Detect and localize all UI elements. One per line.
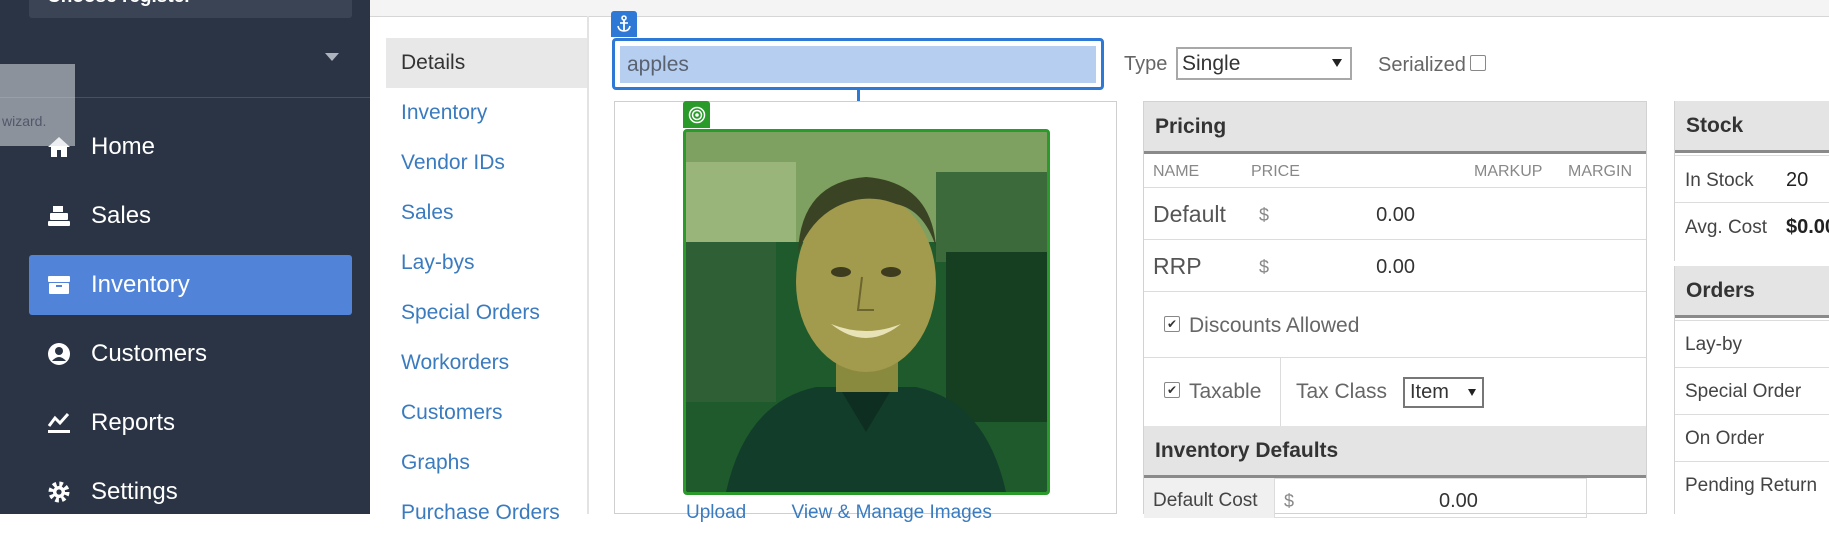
tab-special-orders[interactable]: Special Orders <box>386 288 588 338</box>
inventory-icon <box>44 273 74 297</box>
default-cost-currency: $ <box>1284 491 1295 511</box>
in-stock-label: In Stock <box>1685 170 1754 191</box>
sidebar-item-reports[interactable]: Reports <box>29 393 352 453</box>
tab-vendor-ids[interactable]: Vendor IDs <box>386 138 588 188</box>
orders-title: Orders <box>1675 266 1829 318</box>
column-header-name: NAME <box>1153 163 1200 180</box>
upload-link[interactable]: Upload <box>686 502 746 523</box>
in-stock-row: In Stock 20 <box>1675 155 1829 203</box>
in-stock-value: 20 <box>1786 169 1809 191</box>
item-name-input[interactable] <box>620 46 1096 83</box>
orders-row-label: Pending Return <box>1685 475 1818 496</box>
item-name-field-frame <box>612 38 1104 90</box>
price-row-default: Default $ 0.00 <box>1144 187 1646 240</box>
price-currency: $ <box>1259 257 1270 277</box>
orders-row-pending-return: Pending Return <box>1675 461 1829 509</box>
sidebar-item-sales[interactable]: Sales <box>29 186 352 246</box>
reports-icon <box>44 411 74 435</box>
price-row-rrp: RRP $ 0.00 <box>1144 239 1646 292</box>
tax-class-value: Item <box>1410 381 1449 403</box>
orders-row-label: Lay-by <box>1685 334 1743 355</box>
price-name: RRP <box>1153 253 1202 279</box>
item-photo[interactable] <box>683 129 1050 495</box>
price-value-input[interactable]: 0.00 <box>1376 204 1415 227</box>
dropdown-arrow-icon <box>1332 59 1342 67</box>
sidebar-item-home[interactable]: Home <box>29 117 352 177</box>
taxable-checkbox[interactable]: ✔ <box>1164 382 1180 398</box>
discounts-checkbox[interactable]: ✔ <box>1164 316 1180 332</box>
orders-row-label: Special Order <box>1685 381 1802 402</box>
item-subnav: Details Inventory Vendor IDs Sales Lay-b… <box>386 38 588 538</box>
orders-row-lay-by: Lay-by <box>1675 320 1829 368</box>
sidebar-item-label: Settings <box>91 478 178 505</box>
pricing-panel: Pricing NAME PRICE MARKUP MARGIN Default… <box>1143 101 1647 518</box>
avg-cost-row: Avg. Cost $0.00 <box>1675 202 1829 250</box>
price-value-input[interactable]: 0.00 <box>1376 256 1415 279</box>
target-icon <box>683 101 710 128</box>
price-currency: $ <box>1259 205 1270 225</box>
orders-row-special-order: Special Order <box>1675 367 1829 415</box>
orders-row-on-order: On Order <box>1675 414 1829 462</box>
avg-cost-value: $0.00 <box>1786 216 1829 238</box>
serialized-checkbox[interactable] <box>1470 55 1486 71</box>
inventory-defaults-title: Inventory Defaults <box>1144 426 1646 478</box>
sidebar-item-inventory[interactable]: Inventory <box>29 255 352 315</box>
tab-purchase-orders[interactable]: Purchase Orders <box>386 488 588 538</box>
sidebar-item-settings[interactable]: Settings <box>29 462 352 514</box>
stock-title: Stock <box>1675 101 1829 153</box>
sidebar-item-label: Sales <box>91 202 152 229</box>
tab-workorders[interactable]: Workorders <box>386 338 588 388</box>
photo-links: Upload View & Manage Images <box>686 502 1032 524</box>
chevron-down-icon[interactable] <box>325 53 339 61</box>
taxable-label: Taxable <box>1189 380 1262 403</box>
tax-class-select[interactable]: Item <box>1403 377 1484 408</box>
tab-sales[interactable]: Sales <box>386 188 588 238</box>
sidebar-item-label: Customers <box>91 340 208 367</box>
view-manage-images-link[interactable]: View & Manage Images <box>792 502 992 523</box>
sidebar-item-label: Home <box>91 133 156 160</box>
register-select[interactable]: Choose register <box>29 0 352 18</box>
subnav-divider <box>587 16 589 514</box>
default-cost-label: Default Cost <box>1144 478 1275 518</box>
anchor-icon <box>611 11 637 37</box>
tax-row: ✔ Taxable Tax Class Item <box>1144 357 1646 427</box>
wizard-overlay: wizard. <box>0 64 75 146</box>
column-header-price: PRICE <box>1251 163 1300 180</box>
tab-graphs[interactable]: Graphs <box>386 438 588 488</box>
type-select[interactable]: Single <box>1176 47 1352 80</box>
dropdown-arrow-icon <box>1468 389 1476 396</box>
register-icon <box>44 204 74 228</box>
pricing-title: Pricing <box>1144 102 1646 154</box>
orders-panel: Orders Lay-by Special Order On Order Pen… <box>1674 266 1829 514</box>
avg-cost-label: Avg. Cost <box>1685 217 1768 238</box>
type-select-value: Single <box>1182 52 1241 75</box>
default-cost-input[interactable] <box>1275 478 1587 518</box>
default-cost-row: Default Cost $ 0.00 <box>1144 478 1646 518</box>
price-name: Default <box>1153 201 1226 227</box>
top-bar <box>370 0 1829 17</box>
default-cost-value: 0.00 <box>1439 490 1478 512</box>
stock-panel: Stock In Stock 20 Avg. Cost $0.00 <box>1674 101 1829 261</box>
type-label: Type <box>1124 53 1168 75</box>
tab-inventory[interactable]: Inventory <box>386 88 588 138</box>
sidebar-item-label: Reports <box>91 409 176 436</box>
tab-customers[interactable]: Customers <box>386 388 588 438</box>
tax-divider <box>1280 358 1281 427</box>
wizard-text: wizard. <box>2 113 47 129</box>
tab-details[interactable]: Details <box>386 38 588 88</box>
sidebar: Choose register Home Sales Inventory Cus… <box>0 0 370 514</box>
column-header-margin: MARGIN <box>1568 163 1632 180</box>
tab-lay-bys[interactable]: Lay-bys <box>386 238 588 288</box>
column-header-markup: MARKUP <box>1474 163 1543 180</box>
orders-row-label: On Order <box>1685 428 1765 449</box>
discounts-label: Discounts Allowed <box>1189 314 1360 337</box>
sidebar-item-label: Inventory <box>91 271 190 298</box>
customer-icon <box>44 342 74 366</box>
gear-icon <box>44 480 74 504</box>
sidebar-item-customers[interactable]: Customers <box>29 324 352 384</box>
discounts-row: ✔ Discounts Allowed <box>1144 291 1646 358</box>
serialized-label: Serialized <box>1378 54 1466 76</box>
tax-class-label: Tax Class <box>1296 380 1388 403</box>
